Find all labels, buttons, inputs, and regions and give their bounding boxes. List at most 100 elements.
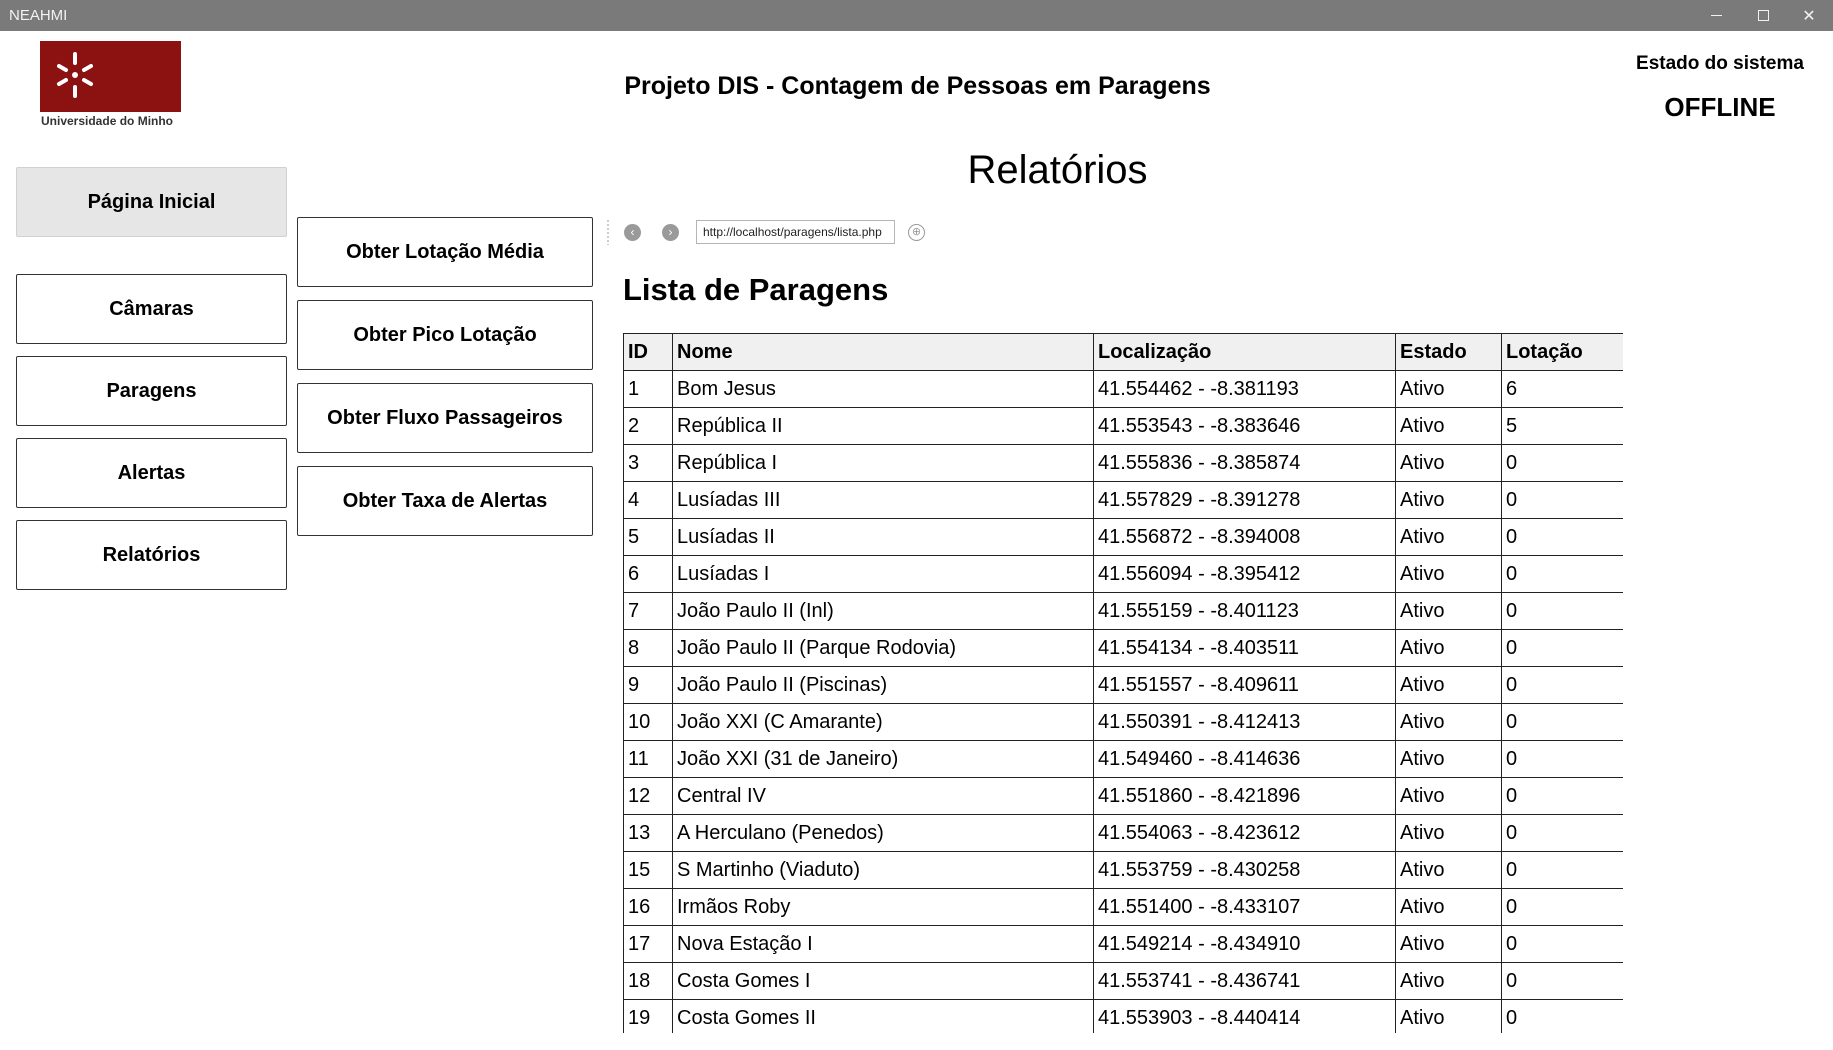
cell-status: Ativo xyxy=(1395,703,1502,741)
nav-alerts-button[interactable]: Alertas xyxy=(16,438,287,508)
cell-status: Ativo xyxy=(1395,407,1502,445)
cell-name: João XXI (31 de Janeiro) xyxy=(672,740,1094,778)
cell-id: 11 xyxy=(623,740,673,778)
cell-occupancy: 6 xyxy=(1501,370,1623,408)
cell-occupancy: 5 xyxy=(1501,407,1623,445)
cell-location: 41.551860 - -8.421896 xyxy=(1093,777,1396,815)
table-header-row: ID Nome Localização Estado Lotação xyxy=(623,333,1623,371)
cell-status: Ativo xyxy=(1395,888,1502,926)
maximize-icon xyxy=(1757,10,1769,21)
cell-name: Costa Gomes I xyxy=(672,962,1094,1000)
back-icon[interactable]: ‹ xyxy=(624,224,641,241)
system-status-label: Estado do sistema xyxy=(1636,53,1804,74)
cell-name: República II xyxy=(672,407,1094,445)
nav-home-button[interactable]: Página Inicial xyxy=(16,167,287,237)
table-row: 16 Irmãos Roby 41.551400 - -8.433107 Ativo 0 xyxy=(623,888,1623,926)
cell-status: Ativo xyxy=(1395,999,1502,1033)
table-row: 19 Costa Gomes II 41.553903 - -8.440414 Ati… xyxy=(623,999,1623,1033)
cell-status: Ativo xyxy=(1395,518,1502,556)
table-row: 12 Central IV 41.551860 - -8.421896 Ativo 0 xyxy=(623,777,1623,815)
cell-location: 41.553903 - -8.440414 xyxy=(1093,999,1396,1033)
app-title: Projeto DIS - Contagem de Pessoas em Par… xyxy=(624,72,1211,100)
table-row: 2 República II 41.553543 - -8.383646 Ativo 5 xyxy=(623,407,1623,445)
cell-location: 41.555159 - -8.401123 xyxy=(1093,592,1396,630)
column-header-status: Estado xyxy=(1395,333,1502,371)
stops-table-container[interactable]: ID Nome Localização Estado Lotação 1 Bom … xyxy=(623,333,1623,1033)
passenger-flow-button[interactable]: Obter Fluxo Passageiros xyxy=(297,383,593,453)
cell-name: Lusíadas II xyxy=(672,518,1094,556)
table-row: 5 Lusíadas II 41.556872 - -8.394008 Ativo 0 xyxy=(623,518,1623,556)
cell-id: 13 xyxy=(623,814,673,852)
cell-status: Ativo xyxy=(1395,444,1502,482)
cell-occupancy: 0 xyxy=(1501,555,1623,593)
cell-id: 7 xyxy=(623,592,673,630)
minimize-button[interactable] xyxy=(1693,0,1739,31)
cell-location: 41.556094 - -8.395412 xyxy=(1093,555,1396,593)
cell-status: Ativo xyxy=(1395,777,1502,815)
toolbar-grip[interactable] xyxy=(606,219,610,245)
cell-id: 15 xyxy=(623,851,673,889)
cell-name: Bom Jesus xyxy=(672,370,1094,408)
table-row: 9 João Paulo II (Piscinas) 41.551557 - -8.… xyxy=(623,666,1623,704)
table-row: 17 Nova Estação I 41.549214 - -8.434910 Ati… xyxy=(623,925,1623,963)
cell-status: Ativo xyxy=(1395,592,1502,630)
cell-name: República I xyxy=(672,444,1094,482)
cell-status: Ativo xyxy=(1395,370,1502,408)
cell-occupancy: 0 xyxy=(1501,666,1623,704)
forward-icon[interactable]: › xyxy=(662,224,679,241)
cell-occupancy: 0 xyxy=(1501,481,1623,519)
cell-location: 41.555836 - -8.385874 xyxy=(1093,444,1396,482)
university-logo xyxy=(40,41,181,112)
page-title: Relatórios xyxy=(967,148,1148,192)
cell-location: 41.549460 - -8.414636 xyxy=(1093,740,1396,778)
cell-occupancy: 0 xyxy=(1501,703,1623,741)
cell-name: João Paulo II (Inl) xyxy=(672,592,1094,630)
table-row: 4 Lusíadas III 41.557829 - -8.391278 Ativo 0 xyxy=(623,481,1623,519)
table-row: 13 A Herculano (Penedos) 41.554063 - -8.42… xyxy=(623,814,1623,852)
cell-name: Irmãos Roby xyxy=(672,888,1094,926)
peak-occupancy-button[interactable]: Obter Pico Lotação xyxy=(297,300,593,370)
cell-location: 41.553543 - -8.383646 xyxy=(1093,407,1396,445)
table-row: 15 S Martinho (Viaduto) 41.553759 - -8.430… xyxy=(623,851,1623,889)
cell-occupancy: 0 xyxy=(1501,444,1623,482)
table-row: 3 República I 41.555836 - -8.385874 Ativo 0 xyxy=(623,444,1623,482)
column-header-location: Localização xyxy=(1093,333,1396,371)
cell-location: 41.556872 - -8.394008 xyxy=(1093,518,1396,556)
cell-name: Lusíadas III xyxy=(672,481,1094,519)
cell-occupancy: 0 xyxy=(1501,629,1623,667)
cell-status: Ativo xyxy=(1395,925,1502,963)
cell-location: 41.557829 - -8.391278 xyxy=(1093,481,1396,519)
table-row: 1 Bom Jesus 41.554462 - -8.381193 Ativo 6 xyxy=(623,370,1623,408)
cell-status: Ativo xyxy=(1395,629,1502,667)
nav-stops-button[interactable]: Paragens xyxy=(16,356,287,426)
table-row: 10 João XXI (C Amarante) 41.550391 - -8.41… xyxy=(623,703,1623,741)
close-button[interactable]: ✕ xyxy=(1786,0,1832,31)
cell-location: 41.549214 - -8.434910 xyxy=(1093,925,1396,963)
cell-name: Costa Gomes II xyxy=(672,999,1094,1033)
cell-id: 18 xyxy=(623,962,673,1000)
window-titlebar: NEAHMI ✕ xyxy=(0,0,1833,31)
cell-id: 6 xyxy=(623,555,673,593)
cell-occupancy: 0 xyxy=(1501,925,1623,963)
cell-id: 8 xyxy=(623,629,673,667)
nav-reports-button[interactable]: Relatórios xyxy=(16,520,287,590)
table-body: 1 Bom Jesus 41.554462 - -8.381193 Ativo 6 2 Re… xyxy=(623,370,1623,1033)
url-input[interactable]: http://localhost/paragens/lista.php xyxy=(696,220,895,244)
average-occupancy-button[interactable]: Obter Lotação Média xyxy=(297,217,593,287)
nav-cameras-button[interactable]: Câmaras xyxy=(16,274,287,344)
cell-name: Lusíadas I xyxy=(672,555,1094,593)
cell-occupancy: 0 xyxy=(1501,888,1623,926)
maximize-button[interactable] xyxy=(1740,0,1786,31)
cell-occupancy: 0 xyxy=(1501,777,1623,815)
column-header-name: Nome xyxy=(672,333,1094,371)
cell-status: Ativo xyxy=(1395,740,1502,778)
cell-name: A Herculano (Penedos) xyxy=(672,814,1094,852)
cell-id: 10 xyxy=(623,703,673,741)
stops-table: ID Nome Localização Estado Lotação 1 Bom … xyxy=(623,333,1623,1033)
cell-location: 41.551557 - -8.409611 xyxy=(1093,666,1396,704)
cell-id: 16 xyxy=(623,888,673,926)
cell-id: 9 xyxy=(623,666,673,704)
alert-rate-button[interactable]: Obter Taxa de Alertas xyxy=(297,466,593,536)
cell-id: 17 xyxy=(623,925,673,963)
globe-icon[interactable]: ⊕ xyxy=(908,224,925,241)
